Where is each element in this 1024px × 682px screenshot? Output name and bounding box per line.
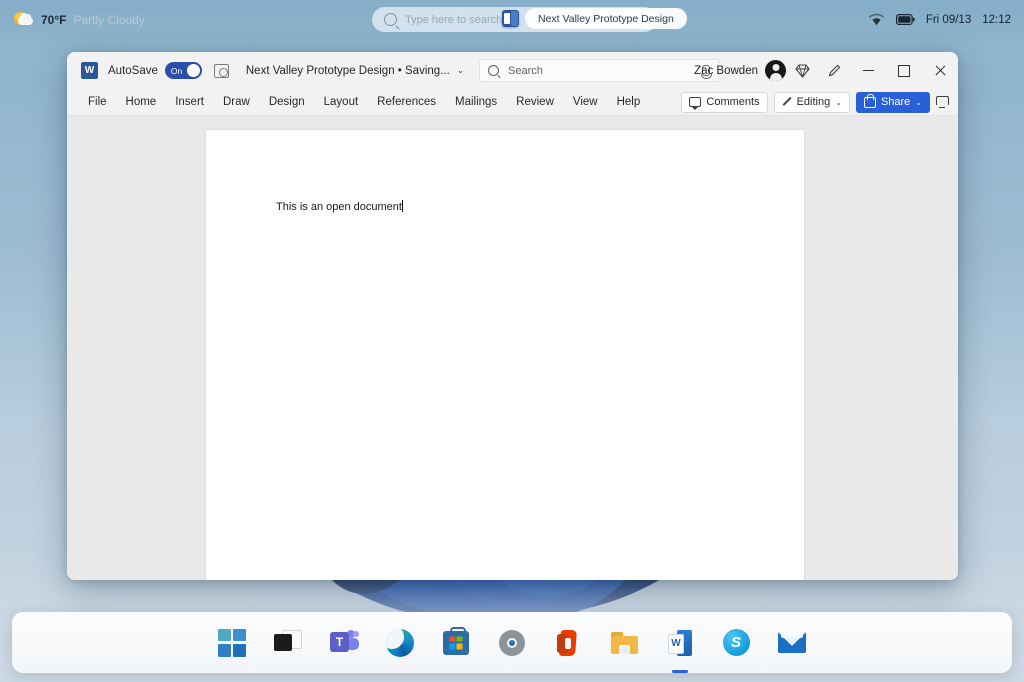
word-search-input[interactable]: Search bbox=[479, 59, 719, 82]
close-button[interactable] bbox=[922, 52, 958, 89]
mail-button[interactable] bbox=[775, 626, 809, 660]
settings-button[interactable] bbox=[495, 626, 529, 660]
tab-view[interactable]: View bbox=[564, 93, 607, 111]
autosave-label: AutoSave bbox=[108, 64, 158, 77]
folder-icon bbox=[610, 631, 638, 654]
window-controls-group: Zac Bowden bbox=[694, 52, 958, 89]
document-text-content: This is an open document bbox=[276, 201, 402, 213]
tab-home[interactable]: Home bbox=[117, 93, 166, 111]
tab-review[interactable]: Review bbox=[507, 93, 563, 111]
tab-file[interactable]: File bbox=[79, 93, 116, 111]
windows-start-icon bbox=[218, 628, 246, 657]
minimize-button[interactable] bbox=[850, 52, 886, 89]
system-top-bar: 70°F Partly Cloudy Type here to search N… bbox=[0, 0, 1024, 39]
mail-icon bbox=[778, 631, 806, 653]
taskbar-app-chip[interactable]: Next Valley Prototype Design bbox=[502, 8, 687, 29]
word-button[interactable] bbox=[663, 626, 697, 660]
editing-mode-button[interactable]: Editing ⌄ bbox=[773, 91, 850, 113]
skype-button[interactable] bbox=[719, 626, 753, 660]
comments-button[interactable]: Comments bbox=[681, 91, 768, 113]
pen-icon[interactable] bbox=[818, 52, 850, 89]
word-title-bar: AutoSave On Next Valley Prototype Design… bbox=[67, 52, 958, 89]
autosave-toggle[interactable]: On bbox=[164, 62, 202, 79]
share-icon bbox=[863, 93, 876, 108]
start-button[interactable] bbox=[215, 626, 249, 660]
battery-icon[interactable] bbox=[895, 14, 915, 25]
document-page[interactable]: This is an open document bbox=[206, 130, 804, 580]
text-caret bbox=[401, 200, 403, 212]
system-tray: Fri 09/13 12:12 bbox=[868, 0, 1011, 39]
chevron-down-icon: ⌄ bbox=[835, 97, 842, 107]
skype-icon bbox=[722, 628, 750, 656]
maximize-button[interactable] bbox=[886, 52, 922, 89]
partly-cloudy-icon bbox=[14, 11, 34, 28]
tab-references[interactable]: References bbox=[368, 93, 445, 111]
tab-draw[interactable]: Draw bbox=[214, 93, 259, 111]
store-button[interactable] bbox=[439, 626, 473, 660]
document-title: Next Valley Prototype Design • Saving... bbox=[245, 64, 450, 77]
comments-label: Comments bbox=[706, 96, 760, 108]
word-ribbon-tabs: File Home Insert Draw Design Layout Refe… bbox=[67, 89, 958, 116]
weather-widget[interactable]: 70°F Partly Cloudy bbox=[14, 11, 145, 28]
task-view-button[interactable] bbox=[271, 626, 305, 660]
search-icon bbox=[384, 13, 397, 26]
search-icon bbox=[488, 65, 499, 76]
share-button[interactable]: Share ⌄ bbox=[855, 91, 930, 113]
comment-icon bbox=[689, 97, 702, 110]
tab-insert[interactable]: Insert bbox=[166, 93, 213, 111]
word-search-placeholder: Search bbox=[508, 64, 543, 77]
chevron-down-icon: ⌄ bbox=[915, 97, 922, 107]
editing-label: Editing bbox=[796, 96, 831, 108]
ribbon-actions: Comments Editing ⌄ Share ⌄ bbox=[681, 89, 950, 115]
taskbar-search-group: Type here to search Next Valley Prototyp… bbox=[372, 7, 687, 32]
weather-temperature: 70°F bbox=[41, 12, 67, 27]
user-name: Zac Bowden bbox=[694, 64, 758, 77]
share-label: Share bbox=[880, 96, 911, 108]
taskbar-search-placeholder: Type here to search bbox=[405, 13, 503, 26]
taskbar-app-chip-label: Next Valley Prototype Design bbox=[525, 8, 687, 29]
tab-layout[interactable]: Layout bbox=[315, 93, 368, 111]
task-view-icon bbox=[274, 629, 302, 656]
document-body-text[interactable]: This is an open document bbox=[276, 200, 403, 213]
taskbar bbox=[12, 612, 1012, 673]
gear-icon bbox=[499, 629, 525, 656]
weather-condition: Partly Cloudy bbox=[73, 12, 145, 27]
word-window: AutoSave On Next Valley Prototype Design… bbox=[67, 52, 958, 580]
word-icon bbox=[502, 10, 519, 27]
user-avatar[interactable] bbox=[765, 60, 786, 81]
tab-design[interactable]: Design bbox=[260, 93, 314, 111]
office-icon bbox=[556, 629, 580, 656]
clock-date[interactable]: Fri 09/13 bbox=[926, 14, 971, 26]
word-icon bbox=[668, 629, 692, 656]
wifi-icon[interactable] bbox=[868, 13, 885, 26]
autosave-state: On bbox=[170, 65, 183, 76]
teams-icon bbox=[329, 629, 359, 656]
ribbon-display-options-icon[interactable] bbox=[936, 96, 950, 108]
edge-icon bbox=[386, 628, 414, 657]
document-canvas[interactable]: This is an open document bbox=[67, 116, 958, 580]
office-button[interactable] bbox=[551, 626, 585, 660]
word-app-icon bbox=[81, 62, 98, 79]
teams-button[interactable] bbox=[327, 626, 361, 660]
file-explorer-button[interactable] bbox=[607, 626, 641, 660]
clock-time[interactable]: 12:12 bbox=[982, 14, 1011, 26]
edge-button[interactable] bbox=[383, 626, 417, 660]
ribbon-tab-list: File Home Insert Draw Design Layout Refe… bbox=[79, 93, 649, 111]
microsoft-store-icon bbox=[443, 626, 469, 655]
save-status-icon[interactable] bbox=[213, 63, 229, 78]
tab-help[interactable]: Help bbox=[608, 93, 650, 111]
diamond-icon[interactable] bbox=[786, 52, 818, 89]
document-title-chevron-icon[interactable]: ⌄ bbox=[457, 65, 465, 76]
tab-mailings[interactable]: Mailings bbox=[446, 93, 506, 111]
pen-icon bbox=[782, 97, 792, 107]
